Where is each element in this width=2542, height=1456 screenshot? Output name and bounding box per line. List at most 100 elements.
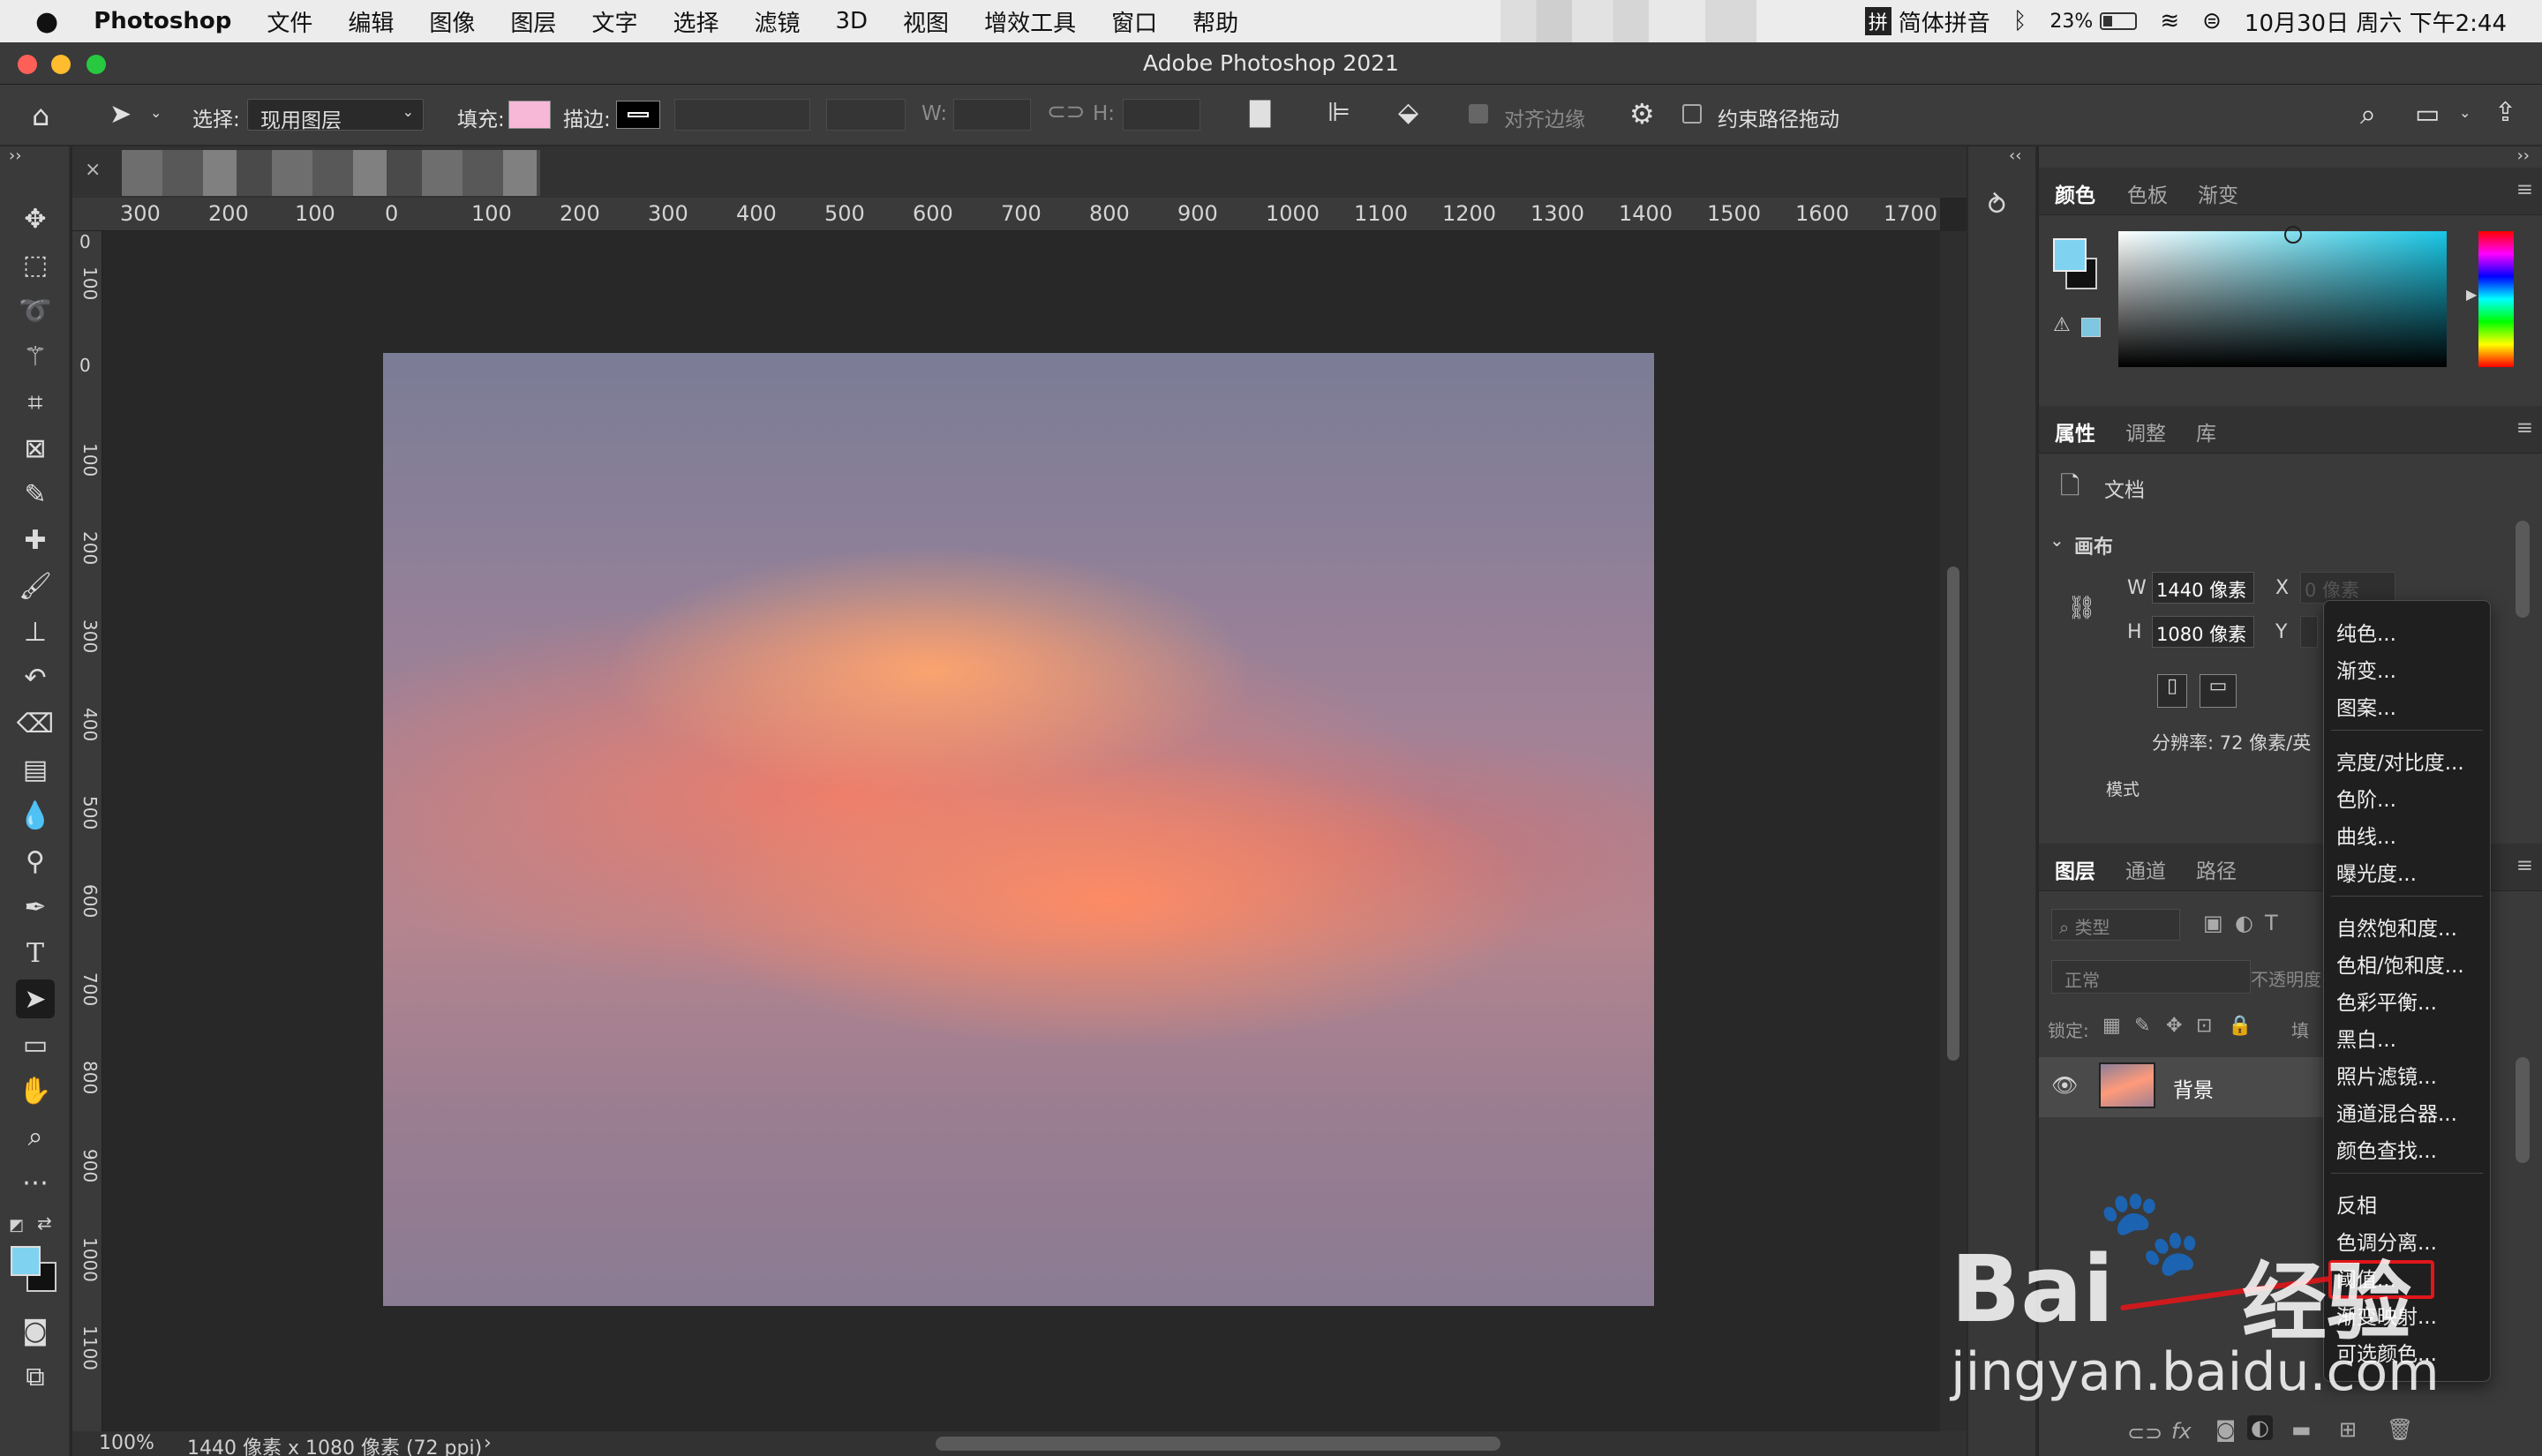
new-group-icon[interactable]: ▬ (2291, 1417, 2312, 1442)
menu-item-solid-color[interactable]: 纯色... (2336, 617, 2396, 647)
quick-mask-icon[interactable]: ◙ (16, 1311, 55, 1350)
workspace-icon[interactable]: ▭ (2415, 99, 2440, 130)
more-tools-icon[interactable]: ⋯ (16, 1163, 55, 1202)
default-colors-icon[interactable]: ◩ (9, 1216, 24, 1235)
gamut-warning-icon[interactable]: ⚠ (2053, 314, 2071, 336)
delete-layer-icon[interactable]: 🗑 (2387, 1417, 2413, 1442)
canvas-height-field[interactable]: 1080 像素 (2152, 616, 2254, 648)
link-layers-icon[interactable]: ⊂⊃ (2127, 1421, 2162, 1445)
path-arrangement-icon[interactable]: ⬙ (1398, 97, 1418, 128)
healing-brush-tool-icon[interactable]: ✚ (16, 521, 55, 559)
document-tab-blurred[interactable] (122, 150, 540, 196)
menu-item-brightness-contrast[interactable]: 亮度/对比度... (2336, 746, 2464, 776)
align-edges-checkbox[interactable] (1469, 104, 1488, 124)
search-icon[interactable]: ⌕ (2360, 97, 2376, 131)
menu-filter[interactable]: 滤镜 (736, 5, 817, 38)
stroke-width-field[interactable] (674, 99, 810, 131)
move-tool-icon[interactable]: ✥ (16, 199, 55, 238)
new-adjustment-layer-icon[interactable]: ◐ (2247, 1415, 2273, 1440)
workspace-chevron-icon[interactable]: ⌄ (2459, 104, 2471, 121)
clone-stamp-tool-icon[interactable]: ⊥ (16, 612, 55, 651)
menu-item-color-balance[interactable]: 色彩平衡... (2336, 986, 2437, 1016)
crop-tool-icon[interactable]: ⌗ (16, 383, 55, 422)
scroll-thumb[interactable] (1947, 567, 1959, 1061)
menu-item-exposure[interactable]: 曝光度... (2336, 857, 2417, 887)
hue-slider[interactable] (2478, 231, 2514, 367)
menu-item-hue-saturation[interactable]: 色相/饱和度... (2336, 949, 2464, 979)
link-dimensions-icon[interactable]: ⊂⊃ (1047, 99, 1086, 125)
stroke-type-dropdown[interactable] (826, 99, 906, 131)
control-center-icon[interactable]: ⊜ (2202, 8, 2222, 34)
properties-scrollbar[interactable] (2516, 521, 2530, 618)
tool-preset-chevron-icon[interactable]: ⌄ (150, 104, 162, 121)
pen-tool-icon[interactable]: ✒ (16, 888, 55, 927)
collapse-toolbar-icon[interactable]: ›› (9, 146, 21, 165)
menu-item-black-white[interactable]: 黑白... (2336, 1023, 2396, 1053)
menu-item-photo-filter[interactable]: 照片滤镜... (2336, 1060, 2437, 1090)
color-panel-fg-swatch[interactable] (2053, 238, 2087, 272)
canvas-width-field[interactable]: 1440 像素 (2152, 572, 2254, 604)
menu-layer[interactable]: 图层 (493, 5, 574, 38)
lasso-tool-icon[interactable]: ➰ (16, 291, 55, 330)
menu-help[interactable]: 帮助 (1175, 5, 1256, 38)
menu-item-channel-mixer[interactable]: 通道混合器... (2336, 1097, 2457, 1127)
menu-item-gradient[interactable]: 渐变... (2336, 654, 2396, 684)
add-mask-icon[interactable]: ◙ (2215, 1417, 2236, 1442)
constrain-path-checkbox[interactable] (1682, 104, 1702, 124)
lock-position-icon[interactable]: ✥ (2166, 1015, 2182, 1037)
screen-mode-icon[interactable]: ⧉ (16, 1357, 55, 1396)
canvas-x-field[interactable]: 0 像素 (2300, 572, 2395, 604)
menu-type[interactable]: 文字 (574, 5, 655, 38)
path-alignment-icon[interactable]: ⊫ (1327, 97, 1350, 128)
magic-wand-tool-icon[interactable]: ⚚ (16, 337, 55, 376)
menu-item-pattern[interactable]: 图案... (2336, 691, 2396, 721)
foreground-color-swatch[interactable] (11, 1246, 41, 1276)
lock-artboard-icon[interactable]: ⊡ (2196, 1015, 2212, 1037)
filter-pixel-icon[interactable]: ▣ (2203, 911, 2223, 935)
visibility-eye-icon[interactable]: 👁 (2051, 1073, 2078, 1098)
panel-menu-icon[interactable]: ≡ (2516, 854, 2533, 877)
blur-tool-icon[interactable]: 💧 (16, 796, 55, 835)
battery-percent[interactable]: 23% (2049, 11, 2093, 33)
tab-properties[interactable]: 属性 (2055, 417, 2095, 447)
input-method-label[interactable]: 简体拼音 (1899, 5, 1990, 38)
menu-view[interactable]: 视图 (885, 5, 966, 38)
layer-thumbnail[interactable] (2099, 1062, 2155, 1108)
wifi-icon[interactable]: ≋ (2160, 8, 2179, 34)
menu-item-vibrance[interactable]: 自然饱和度... (2336, 912, 2457, 942)
canvas-y-field[interactable] (2300, 616, 2318, 648)
portrait-orientation-icon[interactable]: ▯ (2157, 674, 2187, 708)
landscape-orientation-icon[interactable]: ▭ (2200, 674, 2237, 708)
battery-icon[interactable] (2100, 12, 2138, 30)
menu-file[interactable]: 文件 (249, 5, 330, 38)
menu-image[interactable]: 图像 (411, 5, 493, 38)
lock-transparency-icon[interactable]: ▦ (2102, 1015, 2121, 1037)
menu-plugins[interactable]: 增效工具 (966, 5, 1094, 38)
hand-tool-icon[interactable]: ✋ (16, 1071, 55, 1110)
menu-select[interactable]: 选择 (655, 5, 736, 38)
frame-tool-icon[interactable]: ⊠ (16, 429, 55, 468)
rectangle-tool-icon[interactable]: ▭ (16, 1025, 55, 1064)
color-field[interactable] (2118, 226, 2447, 367)
tab-adjustments[interactable]: 调整 (2125, 417, 2166, 447)
menubar-clock[interactable]: 10月30日 周六 下午2:44 (2245, 5, 2507, 38)
tab-libraries[interactable]: 库 (2196, 417, 2216, 447)
share-icon[interactable]: ⇪ (2494, 97, 2516, 128)
lock-pixels-icon[interactable]: ✎ (2134, 1015, 2150, 1037)
marquee-tool-icon[interactable]: ⬚ (16, 245, 55, 284)
lock-all-icon[interactable]: 🔒 (2228, 1015, 2252, 1037)
tab-color[interactable]: 颜色 (2055, 178, 2095, 208)
panel-menu-icon[interactable]: ≡ (2516, 178, 2533, 201)
status-menu-arrow[interactable]: › (484, 1432, 492, 1454)
filter-type-icon[interactable]: T (2265, 911, 2278, 935)
width-field[interactable] (953, 99, 1031, 131)
type-tool-icon[interactable]: T (16, 934, 55, 972)
zoom-window-button[interactable] (86, 55, 106, 74)
height-field[interactable] (1123, 99, 1200, 131)
layers-scrollbar[interactable] (2516, 1057, 2530, 1163)
layer-style-icon[interactable]: fx (2171, 1419, 2192, 1444)
color-picker-cursor[interactable] (2284, 226, 2302, 244)
web-safe-swatch[interactable] (2081, 318, 2101, 337)
stroke-color-swatch[interactable] (616, 101, 660, 129)
document-image[interactable] (383, 353, 1654, 1306)
